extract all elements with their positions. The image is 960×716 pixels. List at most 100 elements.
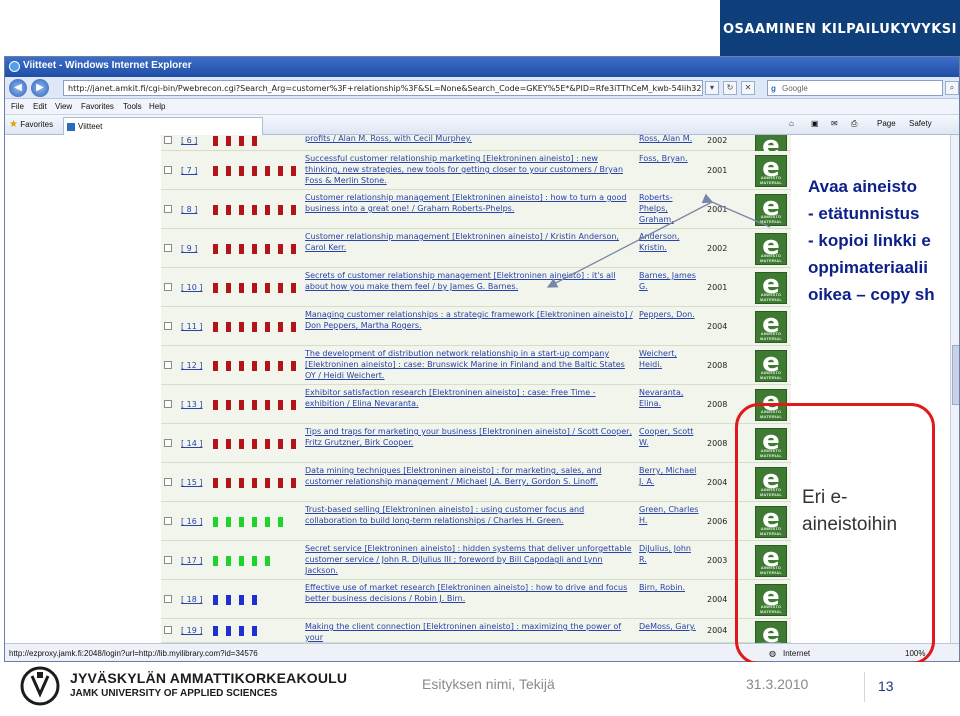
favorites-button[interactable]: ★ Favorites <box>9 119 53 130</box>
result-number-link[interactable]: [ 19 ] <box>181 626 203 635</box>
select-checkbox[interactable] <box>164 556 172 564</box>
select-checkbox[interactable] <box>164 361 172 369</box>
result-title-link[interactable]: Effective use of market research [Elektr… <box>305 582 633 604</box>
select-checkbox[interactable] <box>164 478 172 486</box>
select-checkbox[interactable] <box>164 439 172 447</box>
result-title-link[interactable]: Exhibitor satisfaction research [Elektro… <box>305 387 633 409</box>
result-number-link[interactable]: [ 9 ] <box>181 244 197 253</box>
menu-favorites[interactable]: Favorites <box>81 102 114 111</box>
back-icon[interactable]: ◀ <box>9 79 27 97</box>
e-material-icon[interactable]: eAINEISTO MATERIAL <box>755 153 787 187</box>
result-number-link[interactable]: [ 17 ] <box>181 556 203 565</box>
menu-edit[interactable]: Edit <box>33 102 47 111</box>
result-author-link[interactable]: Weichert, Heidi. <box>639 348 701 370</box>
menu-view[interactable]: View <box>55 102 72 111</box>
result-author-link[interactable]: DiJulius, John R. <box>639 543 701 565</box>
e-material-icon[interactable]: eAINEISTO MATERIAL <box>755 348 787 382</box>
result-title-link[interactable]: Making the client connection [Elektronin… <box>305 621 633 643</box>
menu-tools[interactable]: Tools <box>123 102 142 111</box>
e-material-label: AINEISTO MATERIAL <box>760 370 782 380</box>
menu-file[interactable]: File <box>11 102 24 111</box>
result-author-link[interactable]: Foss, Bryan. <box>639 153 701 164</box>
home-icon[interactable]: ⌂ <box>789 119 794 128</box>
relevance-bar <box>226 595 231 605</box>
select-checkbox[interactable] <box>164 322 172 330</box>
print-icon[interactable]: ⎙ <box>851 119 857 129</box>
e-material-label: AINEISTO MATERIAL <box>760 292 782 302</box>
result-number-link[interactable]: [ 11 ] <box>181 322 203 331</box>
result-author-link[interactable]: Cooper, Scott W. <box>639 426 701 448</box>
result-author-link[interactable]: Birn, Robin. <box>639 582 701 593</box>
result-number-link[interactable]: [ 7 ] <box>181 166 197 175</box>
result-title-link[interactable]: Data mining techniques [Elektroninen ain… <box>305 465 633 487</box>
select-checkbox[interactable] <box>164 136 172 144</box>
relevance-bar <box>252 517 257 527</box>
slide-footer: JYVÄSKYLÄN AMMATTIKORKEAKOULU JAMK UNIVE… <box>0 662 960 716</box>
result-number-link[interactable]: [ 13 ] <box>181 400 203 409</box>
result-title-link[interactable]: Successful customer relationship marketi… <box>305 153 633 186</box>
safety-menu[interactable]: Safety <box>909 119 932 128</box>
result-author-link[interactable]: Ross, Alan M. <box>639 135 701 144</box>
relevance-bar <box>278 439 283 449</box>
dropdown-icon[interactable]: ▾ <box>705 81 719 95</box>
result-author-link[interactable]: Berry, Michael J. A. <box>639 465 701 487</box>
result-year: 2008 <box>707 439 728 448</box>
result-author-link[interactable]: Barnes, James G. <box>639 270 701 292</box>
result-author-link[interactable]: Nevaranta, Elina. <box>639 387 701 409</box>
relevance-bar <box>239 478 244 488</box>
select-checkbox[interactable] <box>164 400 172 408</box>
url-field[interactable]: http://janet.amkit.fi/cgi-bin/Pwebrecon.… <box>63 80 703 96</box>
select-checkbox[interactable] <box>164 166 172 174</box>
result-title-link[interactable]: Customer relationship management [Elektr… <box>305 192 633 214</box>
result-title-link[interactable]: Managing customer relationships : a stra… <box>305 309 633 331</box>
relevance-bar <box>252 283 257 293</box>
result-title-link[interactable]: Customer relationship management [Elektr… <box>305 231 633 253</box>
result-title-link[interactable]: Trust-based selling [Elektroninen aineis… <box>305 504 633 526</box>
relevance-bar <box>213 136 218 146</box>
tab-viitteet[interactable]: Viitteet <box>63 117 263 135</box>
select-checkbox[interactable] <box>164 283 172 291</box>
e-material-icon[interactable]: eAINEISTO MATERIAL <box>755 192 787 226</box>
e-material-icon[interactable]: eAINEISTO MATERIAL <box>755 270 787 304</box>
e-material-icon[interactable]: eAINEISTO MATERIAL <box>755 231 787 265</box>
result-author-link[interactable]: Peppers, Don. <box>639 309 701 320</box>
search-go-icon[interactable]: ⌕ <box>945 81 959 95</box>
select-checkbox[interactable] <box>164 626 172 634</box>
result-title-link[interactable]: The development of distribution network … <box>305 348 633 381</box>
select-checkbox[interactable] <box>164 517 172 525</box>
refresh-icon[interactable]: ↻ <box>723 81 737 95</box>
result-number-link[interactable]: [ 12 ] <box>181 361 203 370</box>
page-menu[interactable]: Page <box>877 119 896 128</box>
result-number-link[interactable]: [ 15 ] <box>181 478 203 487</box>
result-title-link[interactable]: Secret service [Elektroninen aineisto] :… <box>305 543 633 576</box>
result-title-link[interactable]: Secrets of customer relationship managem… <box>305 270 633 292</box>
result-number-link[interactable]: [ 18 ] <box>181 595 203 604</box>
mail-icon[interactable]: ✉ <box>831 119 838 128</box>
relevance-bar <box>265 361 270 371</box>
result-author-link[interactable]: Green, Charles H. <box>639 504 701 526</box>
result-number-link[interactable]: [ 8 ] <box>181 205 197 214</box>
result-title-link[interactable]: Tips and traps for marketing your busine… <box>305 426 633 448</box>
stop-icon[interactable]: ✕ <box>741 81 755 95</box>
menu-help[interactable]: Help <box>149 102 165 111</box>
feeds-icon[interactable]: ▣ <box>811 119 819 128</box>
result-author-link[interactable]: Roberts-Phelps, Graham. <box>639 192 701 225</box>
result-number-link[interactable]: [ 16 ] <box>181 517 203 526</box>
forward-icon[interactable]: ▶ <box>31 79 49 97</box>
result-number-link[interactable]: [ 10 ] <box>181 283 203 292</box>
result-author-link[interactable]: Anderson, Kristin. <box>639 231 701 253</box>
result-author-link[interactable]: DeMoss, Gary. <box>639 621 701 632</box>
relevance-bar <box>239 400 244 410</box>
result-title-link[interactable]: profits / Alan M. Ross, with Cecil Murph… <box>305 135 633 144</box>
e-material-icon[interactable]: eAINEISTO MATERIAL <box>755 309 787 343</box>
relevance-bar <box>278 205 283 215</box>
select-checkbox[interactable] <box>164 244 172 252</box>
search-input[interactable]: g Google <box>767 80 943 96</box>
select-checkbox[interactable] <box>164 595 172 603</box>
result-number-link[interactable]: [ 14 ] <box>181 439 203 448</box>
select-checkbox[interactable] <box>164 205 172 213</box>
relevance-bar <box>213 205 218 215</box>
result-number-link[interactable]: [ 6 ] <box>181 136 197 145</box>
scrollbar-thumb[interactable] <box>952 345 959 405</box>
relevance-bar <box>291 244 296 254</box>
